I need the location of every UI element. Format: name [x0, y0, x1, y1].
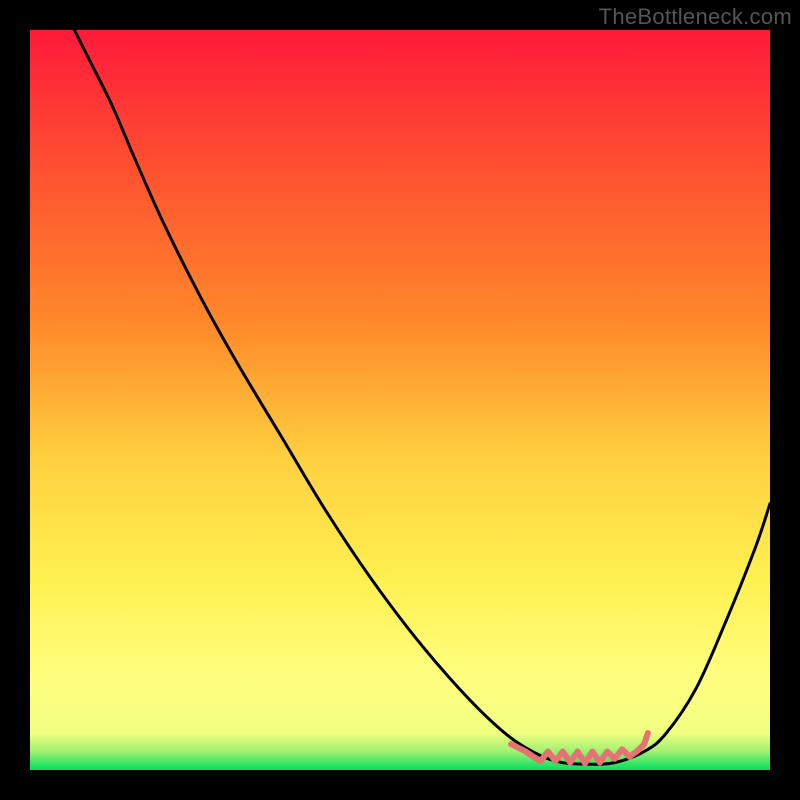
watermark-text: TheBottleneck.com: [599, 4, 792, 30]
gradient-background: [30, 30, 770, 770]
chart-svg: [30, 30, 770, 770]
chart-container: TheBottleneck.com: [0, 0, 800, 800]
plot-area: [30, 30, 770, 770]
